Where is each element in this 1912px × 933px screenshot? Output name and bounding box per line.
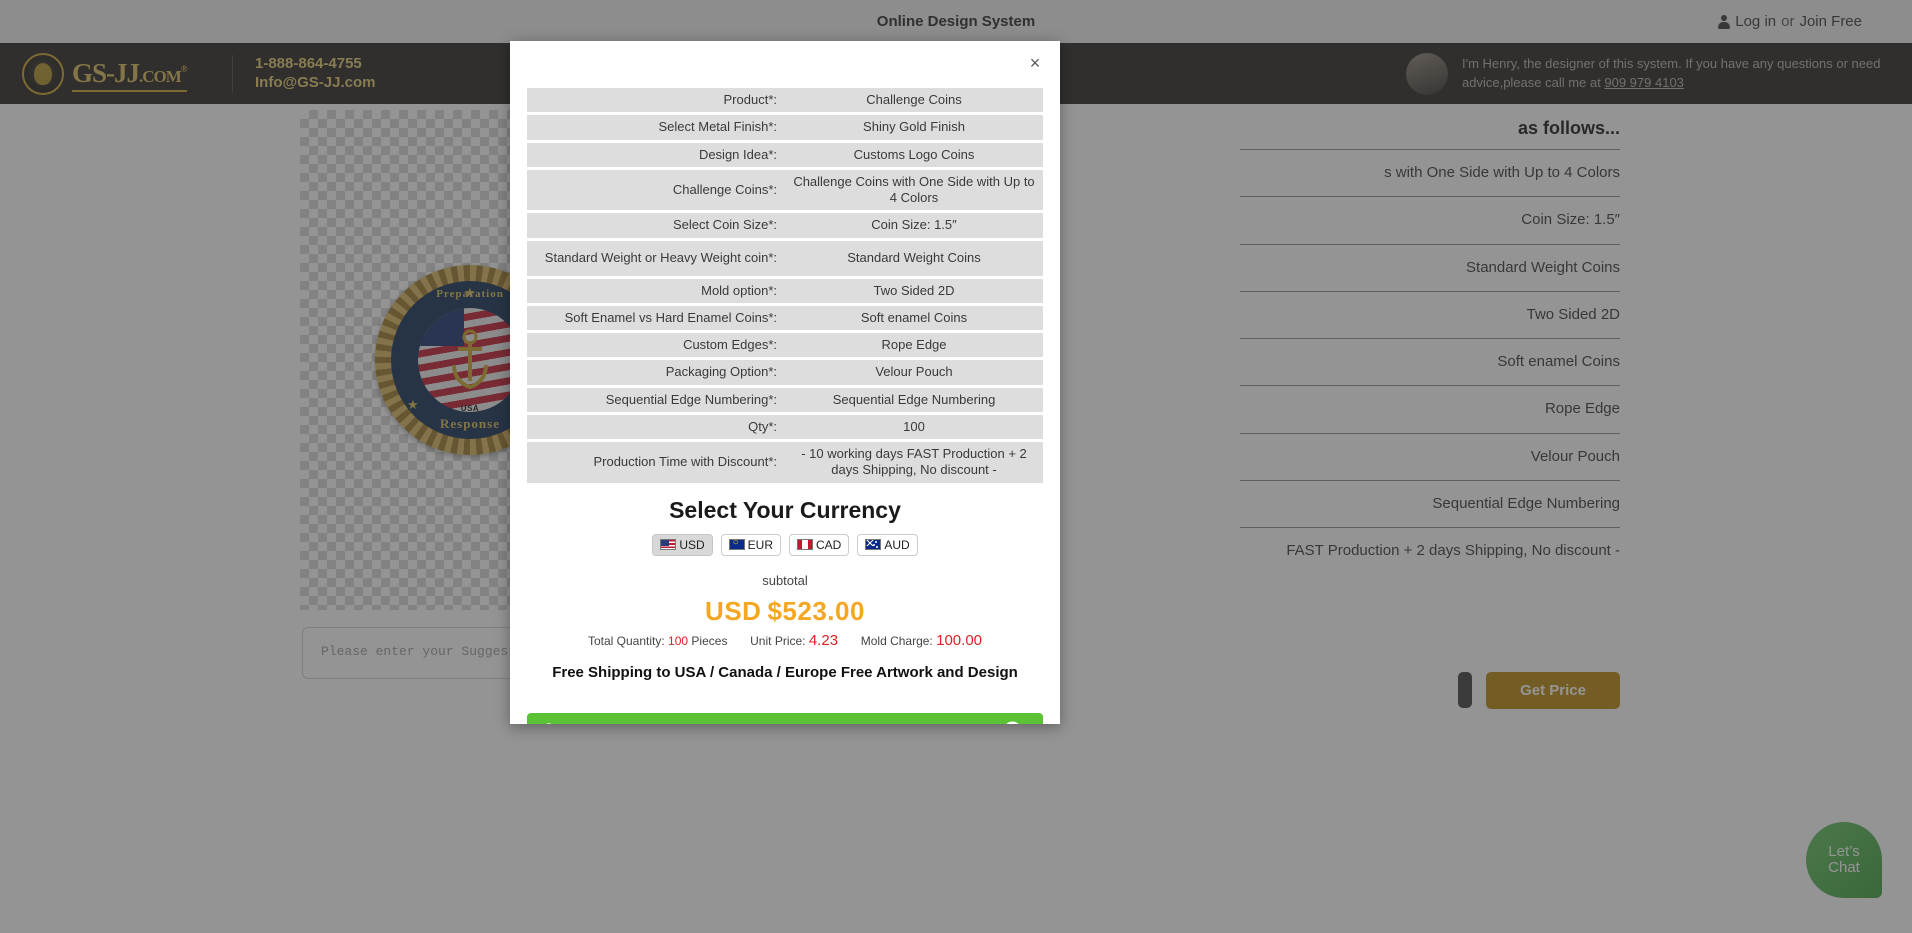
spec-value: Challenge Coins [866,92,962,107]
spec-label: Select Metal Finish*: [658,119,778,135]
spec-label: Mold option*: [701,282,777,298]
spec-value: Challenge Coins with One Side with Up to… [793,173,1035,205]
table-row: Sequential Edge Numbering*: Sequential E… [527,387,1043,412]
spec-label: Custom Edges*: [683,337,777,352]
price-currency: USD [705,595,762,626]
canada-flag-icon [797,539,813,550]
currency-option-cad[interactable]: CAD [789,533,850,556]
currency-option-eur[interactable]: EUR [720,533,781,556]
table-row: Standard Weight or Heavy Weight coin*: S… [527,240,1043,276]
subtotal-label: subtotal [762,572,808,588]
subtotal-amount: USD $523.00 [527,596,1043,627]
table-row: Custom Edges*: Rope Edge [527,333,1043,358]
modal-body: Product*: Challenge Coins Select Metal F… [510,41,1060,724]
price-breakdown: Total Quantity: 100 Pieces Unit Price: 4… [527,632,1043,649]
price-value: $523.00 [767,595,865,626]
spec-label: Select Coin Size*: [672,217,777,233]
spec-value: 100 [903,418,925,434]
table-row: Product*: Challenge Coins [527,88,1043,113]
spec-value: Rope Edge [881,337,947,352]
table-row: Challenge Coins*: Challenge Coins with O… [527,169,1043,211]
spec-label: Production Time with Discount*: [593,454,777,470]
spec-label: Sequential Edge Numbering*: [605,391,777,407]
mold-charge-value: 100.00 [936,631,983,649]
currency-option-aud[interactable]: AUD [857,533,918,556]
submit-order-label: Submit Order [527,722,1043,724]
eu-flag-icon [728,539,745,550]
spec-table: Product*: Challenge Coins Select Metal F… [527,88,1043,483]
spec-value: Standard Weight Coins [847,249,981,265]
currency-code: CAD [816,537,842,552]
spec-label: Challenge Coins*: [672,181,777,197]
table-row: Select Coin Size*: Coin Size: 1.5″ [527,213,1043,238]
spec-label: Product*: [723,92,777,107]
currency-code: AUD [884,537,910,552]
mold-charge-label: Mold Charge: [860,633,933,648]
table-row: Mold option*: Two Sided 2D [527,278,1043,303]
spec-label: Soft Enamel vs Hard Enamel Coins*: [564,309,777,325]
table-row: Production Time with Discount*: - 10 wor… [527,442,1043,483]
currency-heading: Select Your Currency [669,496,901,523]
shipping-note: Free Shipping to USA / Canada / Europe F… [552,663,1018,681]
total-quantity-label: Total Quantity: [587,633,665,648]
table-row: Design Idea*: Customs Logo Coins [527,142,1043,167]
spec-label: Qty*: [748,418,777,434]
cart-icon [547,723,551,724]
spec-value: Velour Pouch [875,364,953,380]
currency-code: EUR [747,537,773,552]
currency-option-usd[interactable]: USD [652,533,713,556]
table-row: Packaging Option*: Velour Pouch [527,360,1043,385]
spec-label: Packaging Option*: [665,364,777,380]
spec-value: Coin Size: 1.5″ [871,217,957,233]
spec-value: Soft enamel Coins [860,309,968,325]
order-confirmation-modal: × Product*: Challenge Coins Select Metal… [510,41,1060,724]
close-icon[interactable]: × [1024,52,1046,74]
table-row: Soft Enamel vs Hard Enamel Coins*: Soft … [527,305,1043,330]
spec-label: Design Idea*: [698,146,777,162]
pieces-label: Pieces [691,633,728,648]
total-quantity-value: 100 [668,633,689,648]
unit-price-value: 4.23 [808,631,839,649]
spec-value: - 10 working days FAST Production + 2 da… [801,446,1027,478]
spec-value: Two Sided 2D [873,282,955,298]
submit-order-button[interactable]: Submit Order ? [527,712,1043,724]
spec-value: Sequential Edge Numbering [832,391,996,407]
currency-code: USD [679,537,705,552]
table-row: Select Metal Finish*: Shiny Gold Finish [527,115,1043,140]
table-row: Qty*: 100 [527,414,1043,439]
spec-value: Shiny Gold Finish [863,119,965,135]
australia-flag-icon [865,539,882,550]
spec-value: Customs Logo Coins [853,146,975,162]
unit-price-label: Unit Price: [750,633,806,648]
usa-flag-icon [660,539,677,550]
spec-label: Standard Weight or Heavy Weight coin*: [544,249,777,265]
currency-selector: USD EUR CAD AUD [527,533,1043,556]
